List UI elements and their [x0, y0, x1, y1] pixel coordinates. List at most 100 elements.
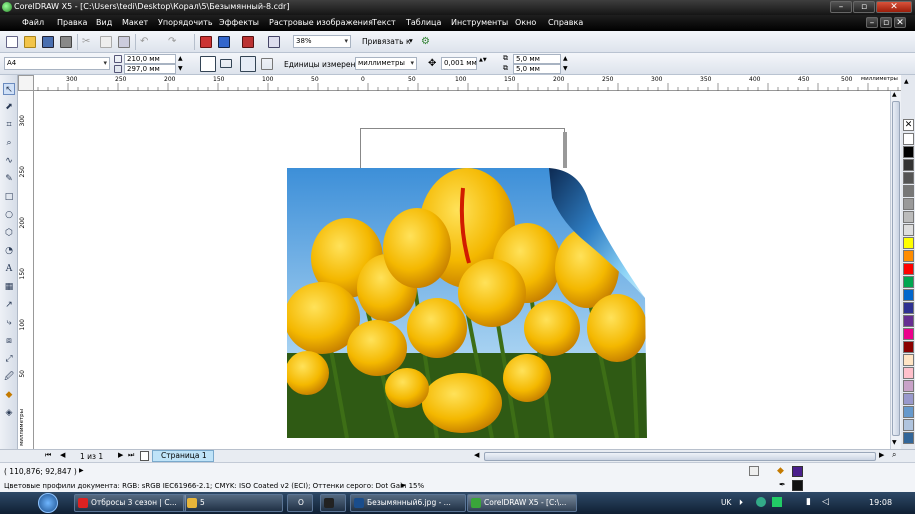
palette-color-swatch[interactable] [903, 367, 914, 379]
minimize-button[interactable]: – [830, 1, 852, 13]
color-proof-icon[interactable] [749, 466, 759, 476]
freehand-tool-icon[interactable]: ∿ [3, 155, 15, 167]
eyedropper-tool-icon[interactable]: ⤢ [3, 353, 15, 365]
smart-fill-tool-icon[interactable]: ✎ [3, 173, 15, 185]
page-width-input[interactable]: 210,0 мм [124, 54, 176, 64]
palette-color-swatch[interactable] [903, 393, 914, 405]
palette-color-swatch[interactable] [903, 328, 914, 340]
palette-color-swatch[interactable] [903, 432, 914, 444]
zoom-tool-icon[interactable]: ⌕ [3, 137, 15, 149]
palette-color-swatch[interactable] [903, 289, 914, 301]
undo-icon[interactable]: ↶ [140, 36, 152, 48]
palette-color-swatch[interactable] [903, 263, 914, 275]
menu-bitmaps[interactable]: Растровые изображения [269, 18, 373, 27]
duplicate-y-input[interactable]: 5,0 мм [513, 64, 561, 74]
interactive-fill-tool-icon[interactable]: ◈ [3, 407, 15, 419]
export-icon[interactable] [218, 36, 230, 48]
menu-layout[interactable]: Макет [122, 18, 148, 27]
blend-tool-icon[interactable]: ⧈ [3, 335, 15, 347]
hscroll-left-icon[interactable]: ◀ [474, 451, 479, 459]
taskbar-opera-window[interactable]: Отбросы 3 сезон | С... [74, 494, 186, 512]
language-indicator[interactable]: UK [721, 498, 731, 507]
page-size-select[interactable]: A4 [4, 57, 110, 70]
palette-color-swatch[interactable] [903, 237, 914, 249]
shape-tool-icon[interactable]: ⬈ [3, 101, 15, 113]
fill-tool-icon[interactable]: ◆ [3, 389, 15, 401]
hscroll-right-icon[interactable]: ▶ [879, 451, 884, 459]
taskbar-folder-window[interactable]: 5 [183, 494, 283, 512]
table-tool-icon[interactable]: ▦ [3, 281, 15, 293]
menu-window[interactable]: Окно [515, 18, 536, 27]
horizontal-ruler[interactable]: 300 250 200 150 100 50 0 50 100 150 200 … [18, 75, 902, 91]
palette-color-swatch[interactable] [903, 380, 914, 392]
snap-to-chevron-icon[interactable]: ▾ [409, 36, 413, 45]
vertical-scrollbar[interactable]: ▲ ▼ [890, 91, 901, 449]
taskbar-terminal-window[interactable] [320, 494, 346, 512]
redo-icon[interactable]: ↷ [168, 36, 180, 48]
connector-tool-icon[interactable]: ⤷ [3, 317, 15, 329]
prev-page-icon[interactable]: ◀ [60, 451, 65, 459]
paste-icon[interactable] [118, 36, 130, 48]
tulip-bitmap[interactable] [287, 168, 647, 438]
palette-color-swatch[interactable] [903, 341, 914, 353]
menu-help[interactable]: Справка [548, 18, 583, 27]
palette-color-swatch[interactable] [903, 250, 914, 262]
menu-tools[interactable]: Инструменты [451, 18, 508, 27]
palette-color-swatch[interactable] [903, 302, 914, 314]
last-page-icon[interactable]: ⏭ [128, 451, 134, 460]
spin-down-icon[interactable]: ▼ [178, 64, 186, 74]
spin-down-icon[interactable]: ▼ [563, 64, 571, 74]
clock[interactable]: 19:08 [869, 498, 892, 507]
tray-icon[interactable] [756, 497, 766, 507]
tray-icon[interactable] [772, 497, 782, 507]
first-page-icon[interactable]: ⏮ [45, 451, 51, 460]
menu-effects[interactable]: Эффекты [219, 18, 259, 27]
palette-color-swatch[interactable] [903, 172, 914, 184]
polygon-tool-icon[interactable]: ⬡ [3, 227, 15, 239]
next-page-icon[interactable]: ▶ [118, 451, 123, 459]
application-launcher-icon[interactable] [242, 36, 254, 48]
add-page-icon[interactable] [140, 451, 149, 461]
palette-color-swatch[interactable] [903, 419, 914, 431]
palette-color-swatch[interactable] [903, 315, 914, 327]
fill-color-swatch[interactable] [792, 466, 803, 477]
zoom-level-select[interactable]: 38% [293, 35, 351, 48]
doc-close-button[interactable]: ✕ [894, 17, 906, 28]
palette-color-swatch[interactable] [903, 159, 914, 171]
all-pages-icon[interactable] [240, 56, 256, 72]
coords-expand-icon[interactable]: ▶ [79, 467, 84, 474]
ruler-origin[interactable] [18, 75, 34, 91]
palette-color-swatch[interactable] [903, 185, 914, 197]
palette-color-swatch[interactable] [903, 146, 914, 158]
nudge-distance-input[interactable]: 0,001 мм [441, 57, 477, 70]
menu-file[interactable]: Файл [22, 18, 44, 27]
profiles-expand-icon[interactable]: ▶ [401, 482, 406, 489]
snap-to-label[interactable]: Привязать к [362, 37, 411, 46]
palette-color-swatch[interactable] [903, 406, 914, 418]
units-select[interactable]: миллиметры [355, 57, 417, 70]
maximize-button[interactable]: ▫ [853, 1, 875, 13]
portrait-icon[interactable] [200, 56, 216, 72]
current-page-icon[interactable] [261, 58, 273, 70]
taskbar-image-window[interactable]: Безымянный6.jpg - ... [350, 494, 466, 512]
save-icon[interactable] [42, 36, 54, 48]
network-icon[interactable]: ▮ [806, 497, 811, 507]
drawing-canvas[interactable] [35, 91, 890, 449]
menu-table[interactable]: Таблица [406, 18, 441, 27]
outline-tool-icon[interactable]: 🖉 [3, 371, 15, 383]
spin-up-icon[interactable]: ▲ [563, 54, 571, 64]
volume-icon[interactable]: ◁ [822, 497, 829, 507]
color-profiles-info[interactable]: Цветовые профили документа: RGB: sRGB IE… [4, 482, 424, 490]
close-button[interactable]: ✕ [876, 1, 912, 13]
options-icon[interactable]: ⚙ [421, 36, 433, 48]
palette-color-swatch[interactable] [903, 354, 914, 366]
horizontal-scrollbar[interactable] [484, 452, 876, 461]
ellipse-tool-icon[interactable]: ○ [3, 209, 15, 221]
landscape-icon[interactable] [220, 59, 232, 68]
palette-color-swatch[interactable] [903, 224, 914, 236]
doc-minimize-button[interactable]: – [866, 17, 878, 28]
copy-icon[interactable] [100, 36, 112, 48]
page-tab[interactable]: Страница 1 [152, 450, 214, 462]
basic-shapes-tool-icon[interactable]: ◔ [3, 245, 15, 257]
nudge-spinner-icon[interactable]: ▲▼ [479, 57, 488, 70]
